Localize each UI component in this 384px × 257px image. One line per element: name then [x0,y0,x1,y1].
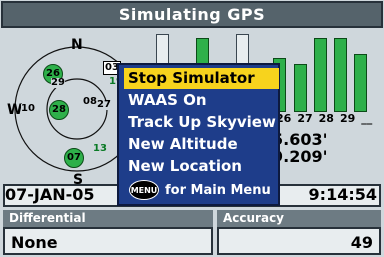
north-label: N [71,37,83,53]
signal-bar-labels: 26 27 28 29 __ [276,112,372,125]
signal-bar [334,38,347,112]
bar-label: 28 [318,112,334,125]
menu-item-new-altitude[interactable]: New Altitude [124,134,279,155]
satellite-08: 08 [83,96,97,107]
satellite-29: 29 [51,77,65,88]
menu-footer-text: for Main Menu [165,182,271,198]
satellite-13: 13 [93,143,107,154]
bar-label: 27 [297,112,313,125]
page-title: Simulating GPS [1,1,383,28]
date-value: 07-JAN-05 [5,185,95,204]
gps-screen: Simulating GPS N W S 26 29 03 19 08 27 1… [0,0,384,257]
satellite-27: 27 [97,99,111,110]
menu-item-track-up-skyview[interactable]: Track Up Skyview [124,112,279,133]
menu-key-icon[interactable]: MENU [129,180,159,200]
menu-item-waas-on[interactable]: WAAS On [124,90,279,111]
bar-label: __ [361,112,373,125]
signal-bar [354,54,367,112]
menu-item-new-location[interactable]: New Location [124,156,279,177]
signal-bar [294,64,307,112]
options-menu: Stop Simulator WAAS On Track Up Skyview … [117,63,280,206]
signal-bar [314,38,327,112]
menu-item-stop-simulator[interactable]: Stop Simulator [124,68,279,89]
satellite-07: 07 [64,148,84,168]
differential-label: Differential [3,210,213,227]
differential-field[interactable]: None [3,227,213,255]
longitude-value: 9.209' [272,146,328,166]
position-readout: 5.603' 9.209' [272,131,328,166]
satellite-28: 28 [49,100,69,120]
satellite-10: 10 [21,103,35,114]
accuracy-label: Accuracy [217,210,381,227]
time-value: 9:14:54 [308,185,377,204]
bar-label: 29 [339,112,356,125]
menu-footer: MENU for Main Menu [129,178,271,202]
accuracy-field[interactable]: 49 [217,227,381,255]
